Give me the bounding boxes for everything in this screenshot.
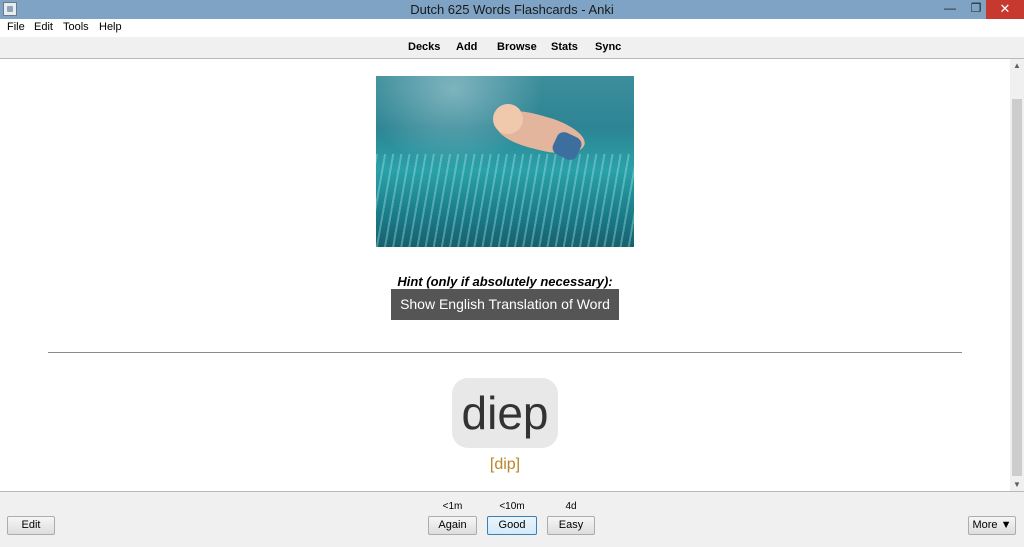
- edit-button[interactable]: Edit: [7, 516, 55, 535]
- answer-divider: [48, 352, 962, 353]
- scrollbar-thumb[interactable]: [1012, 99, 1022, 476]
- card-view: Hint (only if absolutely necessary): Sho…: [0, 59, 1010, 491]
- toolbar-add[interactable]: Add: [456, 41, 477, 53]
- main-toolbar: Decks Add Browse Stats Sync: [0, 37, 1024, 59]
- swimming-baby-head: [493, 104, 523, 134]
- menu-bar: File Edit Tools Help: [0, 19, 1024, 37]
- title-bar: Dutch 625 Words Flashcards - Anki — ❐ ✕: [0, 0, 1024, 19]
- answer-word: diep: [452, 378, 558, 448]
- again-interval: <1m: [442, 501, 463, 512]
- menu-help[interactable]: Help: [99, 21, 122, 33]
- minimize-button[interactable]: —: [936, 0, 964, 19]
- toolbar-stats[interactable]: Stats: [551, 41, 578, 53]
- scroll-up-icon[interactable]: ▲: [1013, 61, 1021, 70]
- more-button[interactable]: More ▼: [968, 516, 1016, 535]
- easy-button[interactable]: Easy: [547, 516, 595, 535]
- water-ripples: [376, 154, 634, 247]
- scroll-down-icon[interactable]: ▼: [1013, 480, 1021, 489]
- good-interval: <10m: [499, 501, 525, 512]
- show-translation-button[interactable]: Show English Translation of Word: [391, 289, 619, 320]
- easy-interval: 4d: [565, 501, 577, 512]
- menu-edit[interactable]: Edit: [34, 21, 53, 33]
- toolbar-decks[interactable]: Decks: [408, 41, 440, 53]
- card-image: [376, 76, 634, 247]
- toolbar-browse[interactable]: Browse: [497, 41, 537, 53]
- toolbar-sync[interactable]: Sync: [595, 41, 621, 53]
- answer-bar: Edit <1m <10m 4d Again Good Easy More ▼: [0, 491, 1024, 547]
- menu-tools[interactable]: Tools: [63, 21, 89, 33]
- menu-file[interactable]: File: [7, 21, 25, 33]
- good-button[interactable]: Good: [487, 516, 537, 535]
- vertical-scrollbar[interactable]: ▲ ▼: [1010, 59, 1024, 491]
- hint-label: Hint (only if absolutely necessary):: [397, 274, 613, 289]
- close-button[interactable]: ✕: [986, 0, 1024, 19]
- again-button[interactable]: Again: [428, 516, 477, 535]
- window-title: Dutch 625 Words Flashcards - Anki: [410, 2, 614, 17]
- pronunciation: [dip]: [489, 456, 521, 473]
